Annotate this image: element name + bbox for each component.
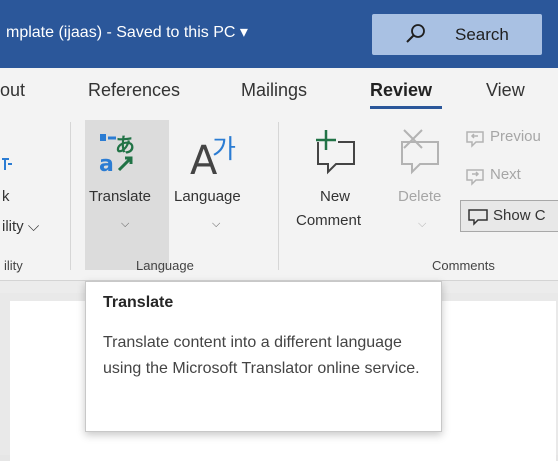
ribbon-tabs: out References Mailings Review View [0, 68, 558, 118]
comments-group-label: Comments [432, 258, 495, 273]
tab-view[interactable]: View [486, 80, 525, 101]
new-comment-label-line2: Comment [296, 212, 362, 229]
show-comments-label: Show C [493, 207, 546, 224]
search-box[interactable]: Search [372, 14, 542, 55]
language-group-label: Language [136, 258, 194, 273]
ribbon: k ility ⌵ ility あ a Translate ⌵ A 가 Lang… [0, 118, 558, 281]
tooltip-description: Translate content into a different langu… [103, 334, 420, 377]
previous-label: Previou [490, 128, 541, 145]
language-icon: A 가 [190, 135, 236, 180]
search-icon [406, 24, 425, 43]
translate-button[interactable]: あ a Translate ⌵ [85, 120, 169, 270]
delete-comment-icon [401, 129, 439, 175]
active-tab-indicator [370, 106, 442, 109]
delete-chevron: ⌵ [418, 218, 427, 230]
delete-label: Delete [398, 188, 442, 205]
translate-label: Translate [89, 188, 151, 205]
language-button[interactable]: A 가 Language ⌵ [172, 120, 264, 270]
tab-layout[interactable]: out [0, 80, 25, 101]
language-label: Language [174, 188, 241, 205]
title-bar: mplate (ijaas) - Saved to this PC ▾ Sear… [0, 0, 558, 68]
tab-review[interactable]: Review [370, 80, 432, 101]
delete-comment-button[interactable]: Delete ⌵ [388, 120, 454, 250]
next-label: Next [490, 166, 521, 183]
tooltip-title: Translate [103, 294, 174, 311]
svg-text:가: 가 [212, 135, 236, 165]
tab-references[interactable]: References [88, 80, 180, 101]
group-separator [70, 122, 71, 270]
translate-icon: あ a [99, 133, 135, 177]
svg-text:あ: あ [115, 133, 135, 157]
next-comment-icon [466, 169, 484, 186]
accessibility-label-line2: ility ⌵ [2, 218, 40, 235]
translate-tooltip: Translate Translate content into a diffe… [85, 281, 442, 432]
show-comments-icon [468, 209, 488, 226]
group-separator [278, 122, 279, 270]
search-label: Search [455, 25, 509, 44]
new-comment-icon [316, 130, 355, 175]
next-comment-button[interactable]: Next [460, 164, 558, 190]
document-title[interactable]: mplate (ijaas) - Saved to this PC ▾ [6, 22, 248, 42]
language-chevron: ⌵ [212, 218, 221, 230]
show-comments-button[interactable]: Show C [460, 200, 558, 232]
tab-mailings[interactable]: Mailings [241, 80, 307, 101]
previous-comment-button[interactable]: Previou [460, 126, 558, 152]
accessibility-group-label: ility [4, 258, 23, 273]
accessibility-label-line1: k [2, 188, 10, 205]
new-comment-button[interactable]: New Comment [292, 120, 386, 250]
previous-comment-icon [466, 131, 484, 148]
new-comment-label-line1: New [320, 188, 351, 205]
accessibility-icon [2, 158, 12, 170]
accessibility-button[interactable]: k ility ⌵ [0, 118, 66, 248]
translate-chevron: ⌵ [121, 218, 130, 230]
svg-text:a: a [99, 152, 114, 177]
